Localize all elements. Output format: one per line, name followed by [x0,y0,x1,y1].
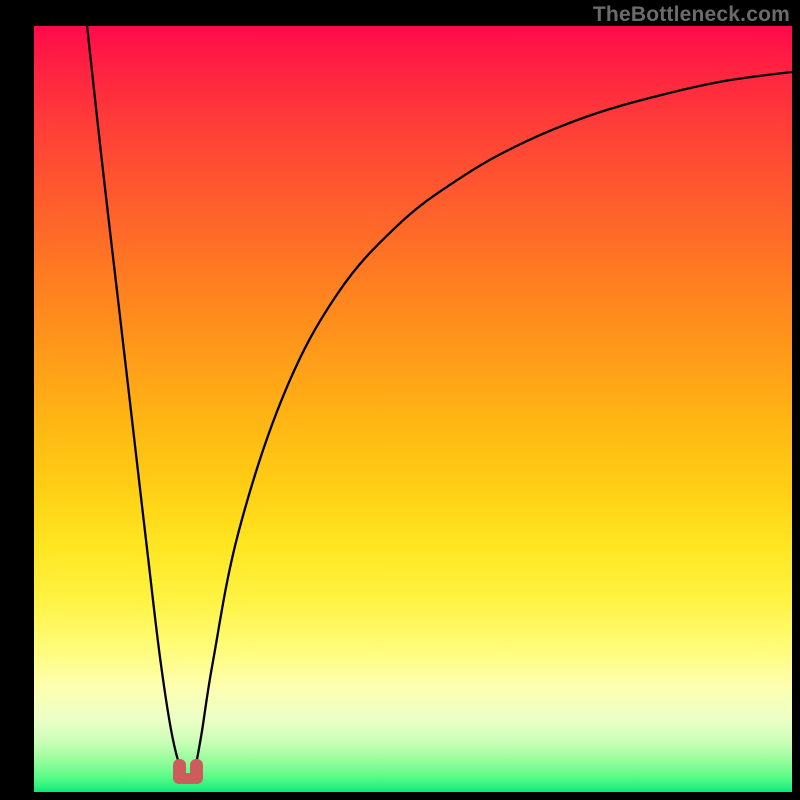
bottleneck-curve [34,26,792,792]
attribution-label: TheBottleneck.com [593,3,790,27]
chart-stage: TheBottleneck.com [0,0,800,800]
plot-area [34,26,792,792]
